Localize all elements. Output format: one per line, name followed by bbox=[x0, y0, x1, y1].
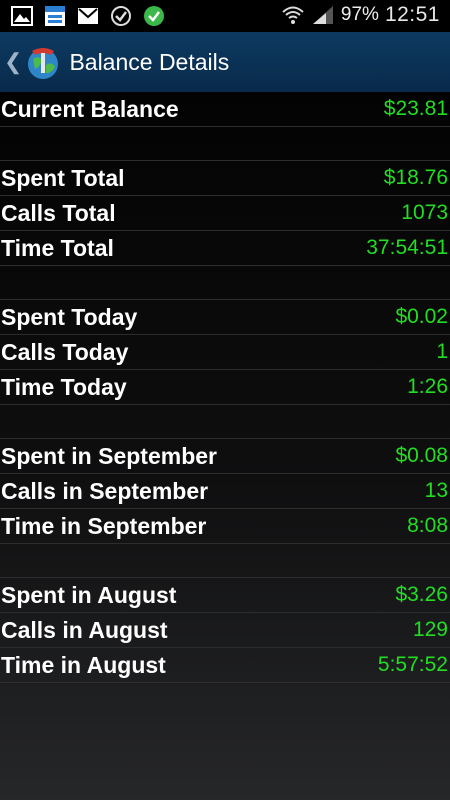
row-label: Calls in September bbox=[1, 477, 209, 504]
divider-spacer bbox=[0, 266, 450, 300]
row-label: Time in September bbox=[1, 512, 207, 539]
page-title: Balance Details bbox=[69, 48, 230, 75]
divider-spacer bbox=[0, 405, 450, 439]
spent-today-row: Spent Today $0.02 bbox=[0, 300, 450, 335]
row-label: Spent Today bbox=[1, 303, 138, 330]
notification-icons bbox=[10, 4, 166, 28]
row-label: Spent in August bbox=[1, 581, 177, 608]
calls-september-row: Calls in September 13 bbox=[0, 474, 450, 509]
time-september-row: Time in September 8:08 bbox=[0, 509, 450, 544]
divider-spacer bbox=[0, 544, 450, 578]
system-indicators: 97% 12:51 bbox=[281, 3, 440, 27]
row-value: 37:54:51 bbox=[366, 236, 448, 259]
row-value: $18.76 bbox=[383, 166, 448, 189]
row-value: 1:26 bbox=[407, 375, 448, 398]
calls-total-row: Calls Total 1073 bbox=[0, 196, 450, 231]
status-bar: 97% 12:51 bbox=[0, 0, 450, 32]
row-label: Time Today bbox=[1, 373, 127, 400]
app-logo-icon[interactable] bbox=[24, 43, 62, 81]
balance-details-list: Current Balance $23.81 Spent Total $18.7… bbox=[0, 92, 450, 800]
row-label: Current Balance bbox=[1, 95, 179, 122]
row-value: 5:57:52 bbox=[377, 653, 448, 676]
clock: 12:51 bbox=[384, 3, 440, 26]
row-value: 8:08 bbox=[407, 514, 448, 537]
divider-spacer bbox=[0, 127, 450, 161]
row-label: Spent in September bbox=[1, 442, 217, 469]
row-value: $3.26 bbox=[395, 583, 448, 606]
row-value: 1 bbox=[436, 340, 448, 363]
action-bar: ❮ Balance Details bbox=[0, 32, 450, 92]
row-label: Calls in August bbox=[1, 616, 168, 643]
current-balance-row: Current Balance $23.81 bbox=[0, 92, 450, 127]
spent-september-row: Spent in September $0.08 bbox=[0, 439, 450, 474]
time-august-row: Time in August 5:57:52 bbox=[0, 648, 450, 683]
back-chevron-icon[interactable]: ❮ bbox=[4, 49, 22, 75]
check-circle-outline-icon bbox=[109, 4, 133, 28]
image-icon bbox=[10, 4, 34, 28]
row-label: Calls Today bbox=[1, 338, 129, 365]
wifi-icon bbox=[281, 3, 305, 27]
battery-percent: 97% bbox=[340, 4, 379, 25]
row-value: $0.08 bbox=[395, 444, 448, 467]
row-label: Spent Total bbox=[1, 164, 125, 191]
spent-august-row: Spent in August $3.26 bbox=[0, 578, 450, 613]
time-today-row: Time Today 1:26 bbox=[0, 370, 450, 405]
row-label: Time Total bbox=[1, 234, 114, 261]
row-value: 129 bbox=[412, 618, 448, 641]
row-label: Time in August bbox=[1, 651, 166, 678]
calls-today-row: Calls Today 1 bbox=[0, 335, 450, 370]
row-value: 13 bbox=[424, 479, 448, 502]
time-total-row: Time Total 37:54:51 bbox=[0, 231, 450, 266]
row-value: $0.02 bbox=[395, 305, 448, 328]
calendar-news-icon bbox=[43, 4, 67, 28]
row-value: $23.81 bbox=[383, 97, 448, 120]
spent-total-row: Spent Total $18.76 bbox=[0, 161, 450, 196]
calls-august-row: Calls in August 129 bbox=[0, 613, 450, 648]
check-circle-filled-icon bbox=[142, 4, 166, 28]
signal-icon bbox=[311, 3, 335, 27]
row-label: Calls Total bbox=[1, 199, 116, 226]
gmail-icon bbox=[76, 4, 100, 28]
row-value: 1073 bbox=[401, 201, 448, 224]
